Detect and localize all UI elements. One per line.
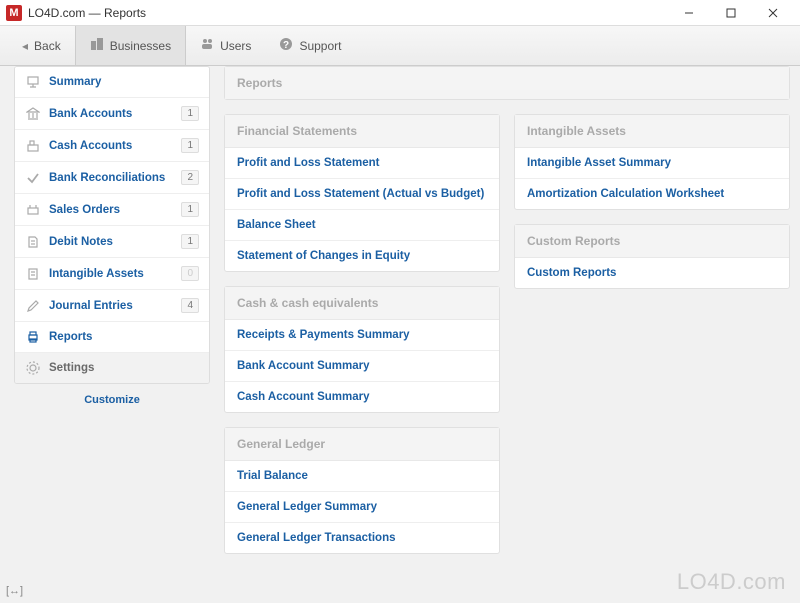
report-link[interactable]: Amortization Calculation Worksheet (515, 179, 789, 209)
panel-title: Intangible Assets (515, 115, 789, 148)
cash-register-icon (25, 139, 41, 153)
report-link[interactable]: Bank Account Summary (225, 351, 499, 382)
sidebar: Summary Bank Accounts 1 Cash Accounts 1 … (0, 66, 210, 603)
app-icon: M (6, 5, 22, 21)
sidebar-item-label: Bank Reconciliations (49, 172, 165, 184)
bank-icon (25, 107, 41, 121)
report-link[interactable]: Receipts & Payments Summary (225, 320, 499, 351)
sidebar-item-bank-accounts[interactable]: Bank Accounts 1 (15, 98, 209, 130)
customize-link[interactable]: Customize (14, 384, 210, 416)
help-icon: ? (279, 37, 293, 54)
report-link[interactable]: General Ledger Transactions (225, 523, 499, 553)
maximize-button[interactable] (710, 1, 752, 25)
report-link[interactable]: Balance Sheet (225, 210, 499, 241)
sidebar-item-cash-accounts[interactable]: Cash Accounts 1 (15, 130, 209, 162)
sidebar-badge: 1 (181, 138, 199, 153)
report-link[interactable]: Trial Balance (225, 461, 499, 492)
sidebar-item-bank-reconciliations[interactable]: Bank Reconciliations 2 (15, 162, 209, 194)
report-link[interactable]: Profit and Loss Statement (Actual vs Bud… (225, 179, 499, 210)
back-label: Back (34, 39, 61, 53)
window-title: LO4D.com — Reports (28, 6, 146, 20)
sidebar-item-label: Cash Accounts (49, 140, 132, 152)
sidebar-badge: 1 (181, 234, 199, 249)
tab-users[interactable]: Users (186, 26, 265, 65)
sidebar-item-settings[interactable]: Settings (15, 353, 209, 383)
presentation-icon (25, 75, 41, 89)
svg-text:?: ? (283, 40, 289, 51)
pencil-icon (25, 299, 41, 313)
sidebar-item-label: Summary (49, 76, 101, 88)
check-icon (25, 171, 41, 185)
sidebar-badge: 2 (181, 170, 199, 185)
close-button[interactable] (752, 1, 794, 25)
sidebar-item-label: Journal Entries (49, 300, 133, 312)
document-icon (25, 267, 41, 281)
sidebar-item-label: Bank Accounts (49, 108, 132, 120)
panel-reports-header: Reports (224, 66, 790, 100)
sidebar-item-label: Debit Notes (49, 236, 113, 248)
report-link[interactable]: Custom Reports (515, 258, 789, 288)
back-button[interactable]: ◂ Back (8, 26, 75, 65)
panel-title: Financial Statements (225, 115, 499, 148)
titlebar: M LO4D.com — Reports (0, 0, 800, 26)
panel-financial-statements: Financial Statements Profit and Loss Sta… (224, 114, 500, 272)
chevron-left-icon: ◂ (22, 39, 28, 53)
sidebar-item-summary[interactable]: Summary (15, 67, 209, 98)
report-link[interactable]: Statement of Changes in Equity (225, 241, 499, 271)
panel-cash-equivalents: Cash & cash equivalents Receipts & Payme… (224, 286, 500, 413)
report-link[interactable]: Profit and Loss Statement (225, 148, 499, 179)
sidebar-item-reports[interactable]: Reports (15, 322, 209, 353)
report-link[interactable]: General Ledger Summary (225, 492, 499, 523)
panel-custom-reports: Custom Reports Custom Reports (514, 224, 790, 289)
report-link[interactable]: Cash Account Summary (225, 382, 499, 412)
minimize-button[interactable] (668, 1, 710, 25)
buildings-icon (90, 37, 104, 54)
tab-businesses-label: Businesses (110, 39, 171, 53)
sidebar-badge: 0 (181, 266, 199, 281)
sidebar-badge: 1 (181, 202, 199, 217)
tab-businesses[interactable]: Businesses (75, 26, 186, 65)
panel-title: Cash & cash equivalents (225, 287, 499, 320)
sidebar-item-intangible-assets[interactable]: Intangible Assets 0 (15, 258, 209, 290)
sidebar-item-label: Reports (49, 331, 92, 343)
panel-title: General Ledger (225, 428, 499, 461)
sidebar-badge: 4 (181, 298, 199, 313)
sidebar-item-label: Intangible Assets (49, 268, 144, 280)
panel-intangible-assets: Intangible Assets Intangible Asset Summa… (514, 114, 790, 210)
tab-users-label: Users (220, 39, 251, 53)
panel-title: Reports (225, 67, 789, 99)
note-icon (25, 235, 41, 249)
panel-general-ledger: General Ledger Trial Balance General Led… (224, 427, 500, 554)
users-icon (200, 37, 214, 54)
sidebar-badge: 1 (181, 106, 199, 121)
content-area: Summary Bank Accounts 1 Cash Accounts 1 … (0, 66, 800, 603)
sidebar-item-debit-notes[interactable]: Debit Notes 1 (15, 226, 209, 258)
sidebar-item-label: Settings (49, 362, 94, 374)
toolbar: ◂ Back Businesses Users ? Support (0, 26, 800, 66)
cart-icon (25, 203, 41, 217)
panel-title: Custom Reports (515, 225, 789, 258)
gear-icon (25, 361, 41, 375)
printer-icon (25, 330, 41, 344)
tab-support[interactable]: ? Support (265, 26, 355, 65)
report-link[interactable]: Intangible Asset Summary (515, 148, 789, 179)
sidebar-item-journal-entries[interactable]: Journal Entries 4 (15, 290, 209, 322)
sidebar-item-label: Sales Orders (49, 204, 120, 216)
sidebar-item-sales-orders[interactable]: Sales Orders 1 (15, 194, 209, 226)
expand-icon[interactable]: [↔] (6, 585, 23, 597)
sidebar-navlist: Summary Bank Accounts 1 Cash Accounts 1 … (14, 66, 210, 384)
tab-support-label: Support (299, 39, 341, 53)
main-panel: Reports Financial Statements Profit and … (210, 66, 800, 603)
